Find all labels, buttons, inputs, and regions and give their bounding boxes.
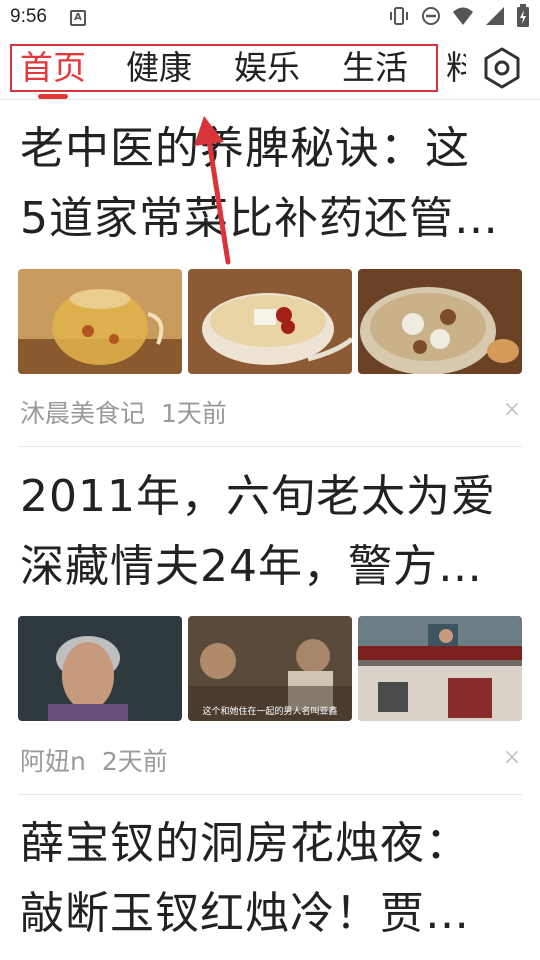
thumbnail-porridge[interactable]	[188, 269, 352, 374]
do-not-disturb-icon	[420, 5, 442, 31]
article-title-line: 老中医的养脾秘诀：这	[20, 123, 470, 174]
thumbnail-caption: 这个和她住在一起的男人名叫亚鑫	[202, 705, 337, 717]
article-title-line: 2011年，六旬老太为爱	[20, 471, 496, 522]
article-time: 1天前	[161, 399, 227, 428]
category-tab-bar: 首页 健康 娱乐 生活 料	[0, 36, 540, 100]
article-time: 2天前	[101, 747, 168, 776]
channel-settings-button[interactable]	[480, 46, 524, 90]
tab-entertainment[interactable]: 娱乐	[234, 48, 300, 88]
thumbnail-balcony[interactable]	[358, 616, 522, 721]
article-title-line: 薛宝钗的洞房花烛夜：	[20, 818, 470, 869]
status-time: 9:56	[10, 6, 47, 27]
tab-health[interactable]: 健康	[126, 48, 192, 88]
article-title-line: 深藏情夫24年，警方…	[20, 541, 483, 592]
article-title[interactable]: 2011年，六旬老太为爱 深藏情夫24年，警方…	[20, 462, 525, 602]
thumbnail-elderly-woman[interactable]	[18, 616, 182, 721]
tab-life[interactable]: 生活	[342, 48, 408, 88]
article-source: 沐晨美食记	[20, 399, 146, 428]
article-thumbnails[interactable]	[18, 269, 522, 374]
dismiss-close-icon[interactable]: ×	[502, 397, 522, 422]
tab-home[interactable]: 首页	[20, 48, 86, 88]
status-icons	[388, 4, 530, 32]
vibrate-icon	[388, 5, 410, 31]
article-meta: 沐晨美食记 1天前	[20, 394, 227, 430]
thumbnail-teapot[interactable]	[18, 269, 182, 374]
dismiss-close-icon[interactable]: ×	[502, 745, 522, 770]
thumbnail-lotus-soup[interactable]	[358, 269, 522, 374]
article-thumbnails[interactable]: 这个和她住在一起的男人名叫亚鑫	[18, 616, 522, 721]
feed-divider	[18, 794, 522, 795]
article-meta: 阿妞n 2天前	[20, 742, 168, 778]
signal-icon	[484, 5, 506, 31]
article-title-line: 敲断玉钗红烛冷！贾…	[20, 888, 470, 939]
active-tab-indicator	[38, 94, 68, 99]
thumbnail-men-eating[interactable]: 这个和她住在一起的男人名叫亚鑫	[188, 616, 352, 721]
status-bar: 9:56 A	[0, 0, 540, 36]
article-source: 阿妞n	[20, 747, 86, 776]
article-title-line: 5道家常菜比补药还管…	[20, 193, 499, 244]
app-notification-icon: A	[70, 10, 86, 26]
feed-divider	[18, 446, 522, 447]
wifi-icon	[452, 5, 474, 31]
tab-overflow-partial[interactable]: 料	[446, 48, 466, 88]
hexagon-settings-icon	[484, 47, 520, 89]
article-title[interactable]: 薛宝钗的洞房花烛夜： 敲断玉钗红烛冷！贾…	[20, 809, 525, 949]
battery-icon	[516, 4, 530, 32]
article-title[interactable]: 老中医的养脾秘诀：这 5道家常菜比补药还管…	[20, 114, 525, 254]
